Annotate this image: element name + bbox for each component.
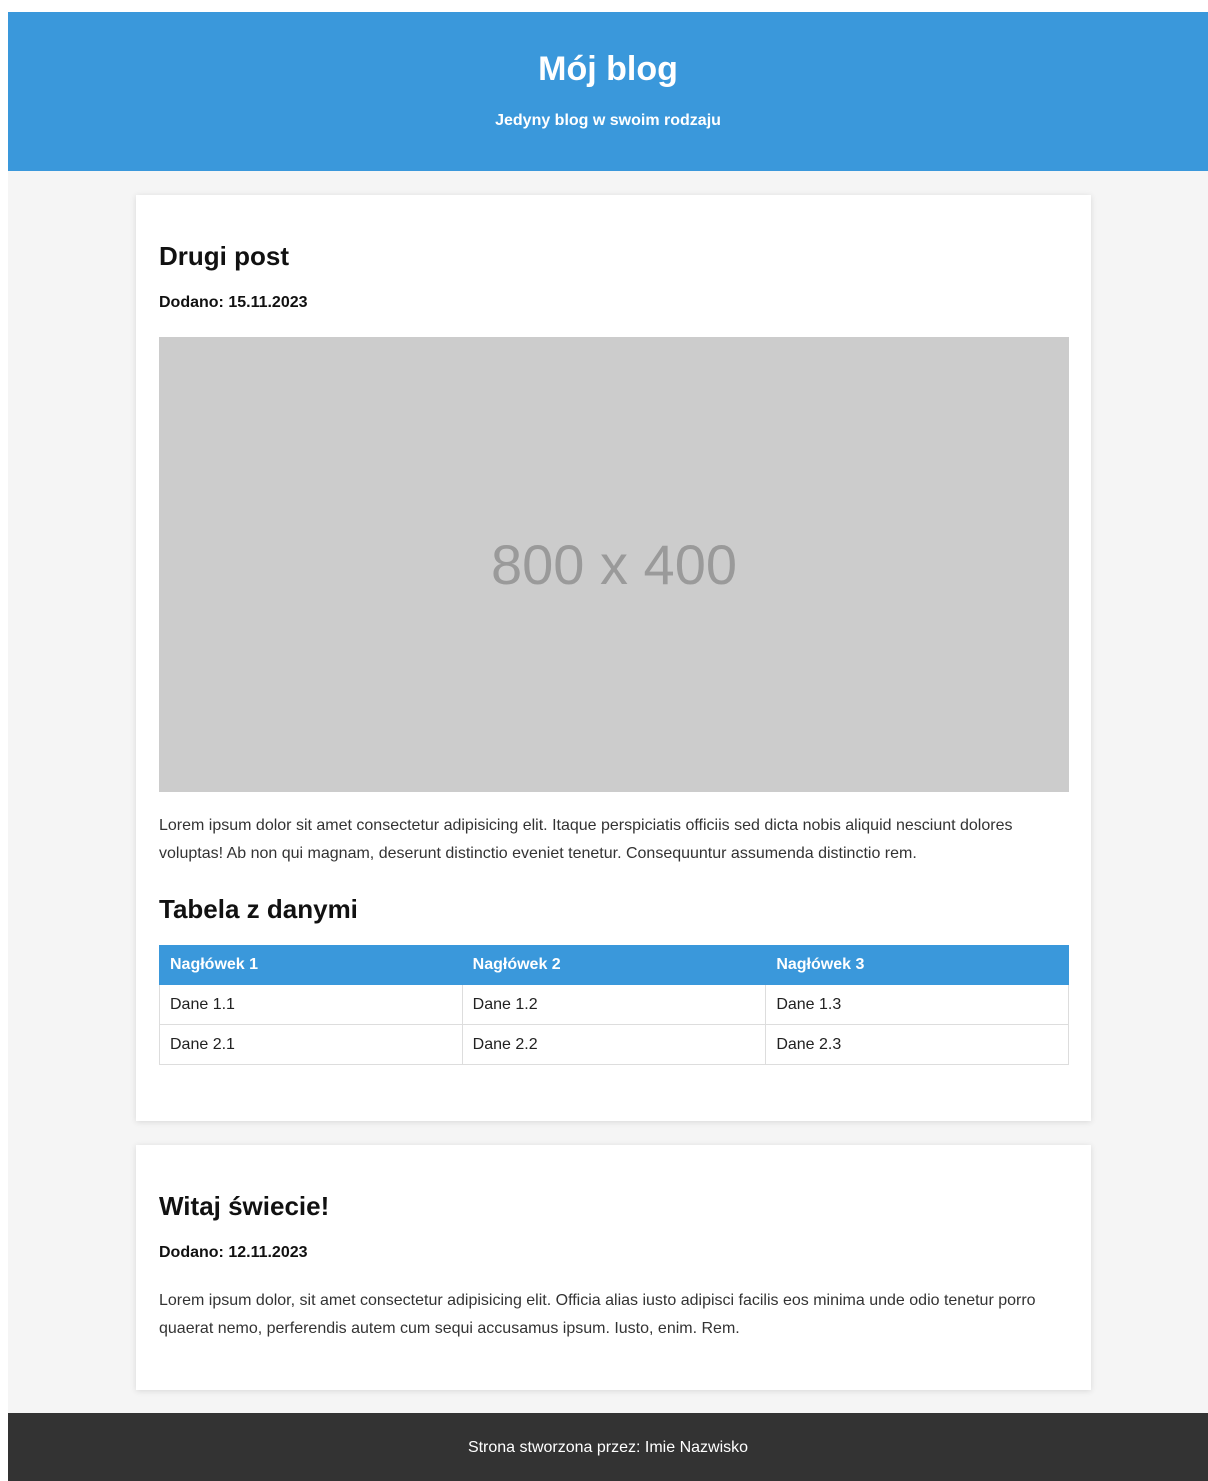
post-card: Drugi post Dodano: 15.11.2023 800 x 400 … <box>136 195 1091 1121</box>
post-title: Witaj świecie! <box>159 1191 330 1221</box>
site-title: Mój blog <box>538 50 678 88</box>
table-section-title: Tabela z danymi <box>159 894 358 924</box>
site-subtitle: Jedyny blog w swoim rodzaju <box>495 112 721 129</box>
table-cell: Dane 2.3 <box>765 1024 1069 1065</box>
post-date: Dodano: 15.11.2023 <box>159 294 308 311</box>
post-body: Lorem ipsum dolor, sit amet consectetur … <box>159 1292 1036 1337</box>
table-cell: Dane 1.3 <box>765 984 1069 1025</box>
table-cell: Dane 2.1 <box>159 1024 463 1065</box>
site-header: Mój blog Jedyny blog w swoim rodzaju <box>8 12 1208 171</box>
table-header-cell: Nagłówek 2 <box>461 945 767 985</box>
post-title: Drugi post <box>159 241 289 271</box>
post-card: Witaj świecie! Dodano: 12.11.2023 Lorem … <box>136 1145 1091 1390</box>
table-header-cell: Nagłówek 3 <box>765 945 1069 985</box>
table-header-row: Nagłówek 1 Nagłówek 2 Nagłówek 3 <box>159 945 1069 985</box>
table-row: Dane 1.1 Dane 1.2 Dane 1.3 <box>159 984 1069 1025</box>
table-cell: Dane 1.1 <box>159 984 463 1025</box>
site-footer: Strona stworzona przez: Imie Nazwisko <box>8 1413 1208 1481</box>
post-image-placeholder: 800 x 400 <box>159 337 1069 792</box>
post-date: Dodano: 12.11.2023 <box>159 1244 308 1261</box>
table-header-cell: Nagłówek 1 <box>159 945 463 985</box>
image-placeholder-label: 800 x 400 <box>491 533 737 596</box>
table-row: Dane 2.1 Dane 2.2 Dane 2.3 <box>159 1024 1069 1065</box>
table-cell: Dane 2.2 <box>461 1024 767 1065</box>
post-body: Lorem ipsum dolor sit amet consectetur a… <box>159 817 1013 862</box>
data-table: Nagłówek 1 Nagłówek 2 Nagłówek 3 Dane 1.… <box>159 945 1069 1065</box>
table-cell: Dane 1.2 <box>461 984 767 1025</box>
blog-page: Mój blog Jedyny blog w swoim rodzaju Dru… <box>8 12 1208 1481</box>
footer-text: Strona stworzona przez: Imie Nazwisko <box>467 1439 749 1456</box>
